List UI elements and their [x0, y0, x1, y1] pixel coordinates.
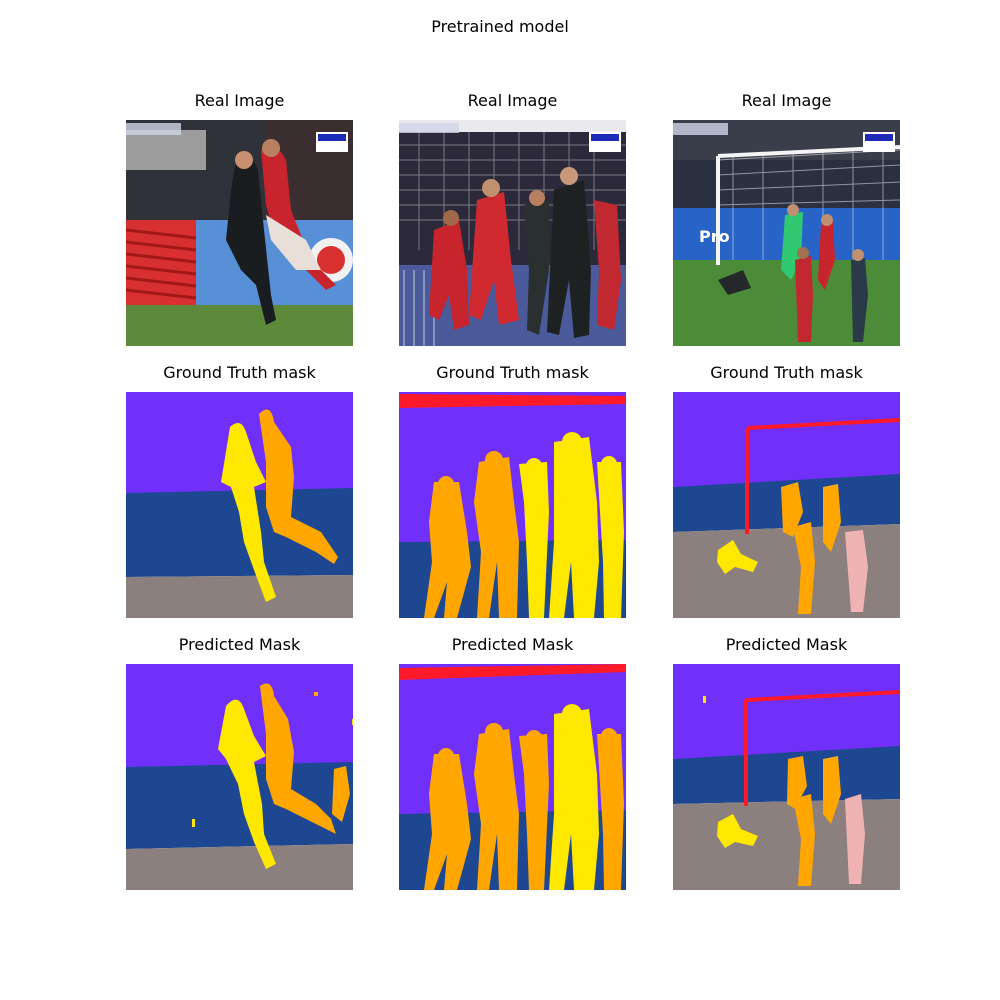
panel-real-image-2: Real Image [399, 91, 626, 346]
predicted-mask-image-2 [399, 664, 626, 890]
panel-title: Real Image [467, 91, 558, 110]
panel-title: Ground Truth mask [163, 363, 316, 382]
panel-title: Ground Truth mask [436, 363, 589, 382]
panel-ground-truth-mask-2: Ground Truth mask [399, 363, 626, 618]
panel-predicted-mask-2: Predicted Mask [399, 635, 626, 890]
predicted-mask-image-1 [126, 664, 353, 890]
real-image-photo-2 [399, 120, 626, 346]
ground-truth-mask-image-1 [126, 392, 353, 618]
panel-title: Real Image [194, 91, 285, 110]
svg-text:Pro: Pro [699, 227, 730, 246]
panel-title: Predicted Mask [451, 635, 574, 654]
real-image-photo-1 [126, 120, 353, 346]
panel-title: Real Image [741, 91, 832, 110]
panel-title: Predicted Mask [725, 635, 848, 654]
panel-real-image-3: Real Image Pro [673, 91, 900, 346]
panel-title: Ground Truth mask [710, 363, 863, 382]
panel-title: Predicted Mask [178, 635, 301, 654]
ground-truth-mask-image-2 [399, 392, 626, 618]
panel-real-image-1: Real Image [126, 91, 353, 346]
ground-truth-mask-image-3 [673, 392, 900, 618]
panel-predicted-mask-1: Predicted Mask [126, 635, 353, 890]
panel-ground-truth-mask-3: Ground Truth mask [673, 363, 900, 618]
figure-title: Pretrained model [431, 17, 569, 36]
panel-ground-truth-mask-1: Ground Truth mask [126, 363, 353, 618]
predicted-mask-image-3 [673, 664, 900, 890]
real-image-photo-3: Pro [673, 120, 900, 346]
panel-predicted-mask-3: Predicted Mask [673, 635, 900, 890]
